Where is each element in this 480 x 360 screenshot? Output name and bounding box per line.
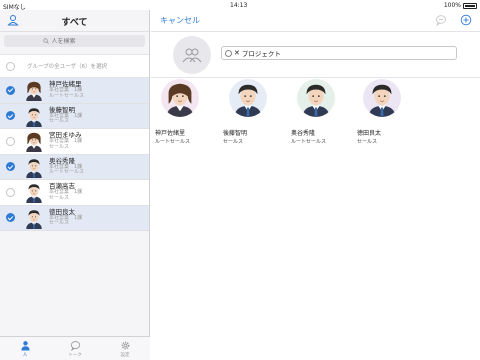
avatar (23, 79, 42, 102)
tab-talk[interactable]: トーク (50, 337, 100, 360)
tab-settings-label: 設定 (120, 352, 130, 358)
avatar (161, 79, 199, 117)
select-checkbox[interactable] (6, 136, 15, 146)
member-card[interactable]: 徳田良太 セールス (353, 79, 413, 145)
chat-disabled-icon[interactable] (435, 14, 447, 26)
person-role: セールス (49, 118, 70, 125)
page-title: すべて (61, 18, 88, 28)
person-row[interactable]: 神戸佐緒里 本社営業 1課 ルートセールス (0, 78, 149, 104)
member-card[interactable]: 奥谷秀隆ルートセールス (287, 79, 347, 145)
member-card[interactable]: 神戸佐緒里ルートセールス (151, 79, 211, 145)
select-all-checkbox[interactable] (6, 61, 15, 71)
select-checkbox[interactable] (6, 111, 15, 121)
select-all-label: グループの全ユーザ（6）を選択 (27, 64, 108, 70)
contacts-pane: すべて グループの全ユーザ（6）を選択 神戸佐緒里本社営業 1課ルートセールス後… (0, 10, 150, 360)
group-avatar[interactable] (173, 36, 211, 74)
battery-icon (463, 2, 477, 9)
member-name: 徳田良太 (357, 130, 382, 137)
contacts-header: すべて (0, 10, 149, 32)
tab-settings[interactable]: 設定 (100, 337, 150, 360)
tab-talk-label: トーク (68, 352, 82, 358)
select-checkbox[interactable] (6, 187, 15, 197)
member-role: セールス (223, 139, 244, 145)
avatar (23, 156, 42, 178)
person-role: ルートセールス (49, 169, 85, 176)
member-name: 後藤智明 (223, 130, 248, 137)
search-box[interactable] (4, 35, 145, 47)
search-input[interactable] (51, 37, 107, 45)
group-create-pane: キャンセル ✕ プロジェクト 神戸佐緒里 ルートセールス 後藤智明 セールス 奥谷秀 (151, 10, 480, 360)
person-row[interactable]: 奥谷秀隆 本社営業 1課 ルートセールス (0, 154, 149, 180)
group-name-value: プロジェクト (241, 50, 281, 58)
group-name-field[interactable]: ✕ プロジェクト (221, 46, 457, 60)
person-role: ルートセールス (49, 92, 85, 99)
select-checkbox[interactable] (6, 85, 15, 95)
avatar (23, 207, 42, 229)
search-icon (42, 38, 49, 44)
avatar (363, 79, 401, 117)
selected-members: 神戸佐緒里 ルートセールス 後藤智明 セールス 奥谷秀隆 ルートセールス 徳田良太 セールス (151, 79, 480, 159)
avatar (23, 130, 42, 153)
person-row[interactable]: 宮田まゆみ 本社営業 1課 セールス (0, 129, 149, 155)
battery-status: 100% (444, 2, 477, 9)
select-checkbox[interactable] (6, 213, 15, 223)
chat-icon (70, 340, 80, 351)
member-name: 奥谷秀隆 (291, 130, 316, 137)
status-bar: SIMなし 14:13 100% (0, 0, 480, 11)
person-role: セールス (49, 194, 70, 201)
avatar (297, 79, 335, 117)
battery-percent: 100% (443, 2, 461, 9)
person-row[interactable]: 後藤智明 本社営業 1課 セールス (0, 103, 149, 129)
add-chat-icon[interactable] (460, 14, 472, 26)
member-card[interactable]: 後藤智明 セールス (219, 79, 279, 145)
person-list: 神戸佐緒里 本社営業 1課 ルートセールス 後藤智明 本社営業 1課 セールス 宮田まゆみ本… (0, 78, 149, 231)
cancel-button[interactable]: キャンセル (160, 15, 200, 26)
person-row[interactable]: 百瀬高志 本社営業 1課 セールス (0, 180, 149, 206)
group-icon (182, 48, 202, 63)
gear-icon (121, 341, 129, 349)
select-all-row[interactable]: グループの全ユーザ（6）を選択 (0, 54, 149, 78)
member-role: セールス (357, 139, 378, 145)
group-info-area: ✕ プロジェクト (151, 32, 480, 78)
select-checkbox[interactable] (6, 162, 15, 172)
tab-people-label: 人 (22, 352, 28, 358)
group-header: キャンセル (151, 10, 480, 32)
icon-radio (225, 49, 232, 57)
tab-people[interactable]: 人 (0, 337, 50, 360)
avatar (23, 105, 42, 127)
clear-icon[interactable]: ✕ (234, 49, 240, 57)
avatar (229, 79, 267, 117)
clock: 14:13 (230, 2, 248, 9)
avatar (23, 181, 42, 204)
tab-bar: 人 トーク 設定 (0, 336, 150, 360)
person-row[interactable]: 徳田良太 本社営業 1課 セールス (0, 205, 149, 231)
member-role: ルートセールス (291, 139, 327, 145)
person-icon (20, 340, 30, 351)
person-role: セールス (49, 220, 70, 227)
member-name: 神戸佐緒里 (155, 130, 186, 137)
member-role: ルートセールス (155, 139, 191, 145)
person-role: セールス (49, 143, 70, 150)
